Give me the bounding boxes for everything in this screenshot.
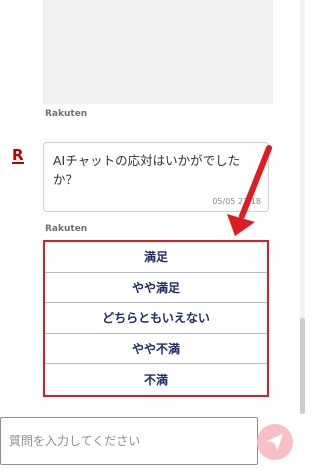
send-icon <box>266 433 284 451</box>
survey-options: 満足 やや満足 どちらともいえない やや不満 不満 <box>43 240 269 397</box>
red-arrow-icon <box>227 145 272 236</box>
option-somewhat-dissatisfied[interactable]: やや不満 <box>45 334 267 365</box>
option-satisfied[interactable]: 満足 <box>45 242 267 273</box>
question-input[interactable] <box>1 418 257 464</box>
sender-label: Rakuten <box>45 109 88 119</box>
option-neutral[interactable]: どちらともいえない <box>45 303 267 334</box>
rakuten-logo-icon: R <box>12 146 24 164</box>
question-input-box[interactable] <box>0 417 258 465</box>
send-button[interactable] <box>257 424 293 460</box>
previous-message-card <box>43 0 273 104</box>
option-somewhat-satisfied[interactable]: やや満足 <box>45 273 267 304</box>
sender-label: Rakuten <box>45 224 88 234</box>
scrollbar-thumb[interactable] <box>300 318 305 414</box>
option-dissatisfied[interactable]: 不満 <box>45 364 267 395</box>
